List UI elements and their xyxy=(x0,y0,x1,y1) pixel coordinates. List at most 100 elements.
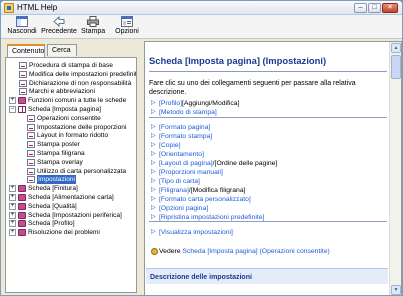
link-bullet-icon: ▷ xyxy=(151,142,156,148)
back-arrow-icon xyxy=(53,16,65,27)
tree-expander-icon[interactable]: + xyxy=(9,185,16,193)
tree-expander-icon[interactable]: + xyxy=(9,211,16,219)
settings-link-item: ▷ [Profilo][Aggiungi/Modifica] xyxy=(151,99,240,108)
setting-link-extra: /[Modifica filigrana] xyxy=(188,187,246,194)
hide-button[interactable]: Nascondi xyxy=(7,16,37,38)
link-bullet-icon: ▷ xyxy=(151,196,156,202)
print-label: Stampa xyxy=(81,28,106,35)
topic-page-icon xyxy=(19,70,27,78)
tree-expander-icon[interactable]: + xyxy=(9,202,16,210)
scroll-up-button[interactable]: ▲ xyxy=(391,43,401,53)
book-icon xyxy=(18,185,26,193)
link-bullet-icon: ▷ xyxy=(151,169,156,175)
page-title: Scheda [Imposta pagina] (Impostazioni) xyxy=(149,55,327,66)
setting-link[interactable]: [Copie] xyxy=(159,142,181,149)
close-button[interactable]: ✕ xyxy=(382,3,398,13)
link-bullet-icon: ▷ xyxy=(151,151,156,157)
link-bullet-icon: ▷ xyxy=(151,133,156,139)
tree-expander-icon[interactable]: + xyxy=(9,97,16,105)
options-icon xyxy=(121,16,133,27)
options-label: Opzioni xyxy=(115,28,139,35)
settings-link-item: ▷ [Visualizza impostazioni] xyxy=(151,228,233,237)
settings-link-item: ▷ [Formato pagina] xyxy=(151,123,210,132)
setting-link[interactable]: [Formato pagina] xyxy=(159,124,210,131)
back-button[interactable]: Precedente xyxy=(41,16,77,38)
topic-page-icon xyxy=(19,79,27,87)
link-bullet-icon: ▷ xyxy=(151,229,156,235)
intro-text: Fare clic su uno dei collegamenti seguen… xyxy=(149,80,356,96)
tree-expander-icon[interactable]: − xyxy=(9,106,16,113)
setting-link[interactable]: [Filigrana] xyxy=(159,187,189,194)
see-also: Vedere Scheda [Imposta pagina] (Operazio… xyxy=(151,248,330,255)
content-pane: Scheda [Imposta pagina] (Impostazioni) F… xyxy=(144,41,402,295)
see-also-icon xyxy=(151,248,158,255)
toolbar: Nascondi Precedente Stampa Opzioni xyxy=(1,15,402,39)
setting-link[interactable]: [Profilo] xyxy=(159,100,182,107)
topic-page-icon xyxy=(27,176,35,184)
setting-link[interactable]: [Layout di pagina] xyxy=(159,160,213,167)
link-bullet-icon: ▷ xyxy=(151,160,156,166)
topic-page-icon xyxy=(27,141,35,149)
setting-link-extra: /[Ordine delle pagine] xyxy=(212,160,278,167)
topic-page-icon xyxy=(19,62,27,69)
print-button[interactable]: Stampa xyxy=(81,16,105,38)
setting-link[interactable]: [Orientamento] xyxy=(159,151,204,158)
back-label: Precedente xyxy=(41,28,77,35)
topic-page-icon xyxy=(27,167,35,175)
tree-node-label: Scheda [Impostazioni periferica] xyxy=(28,211,122,219)
tab-contents[interactable]: Contenuto xyxy=(7,44,45,57)
settings-link-item: ▷ [Proporzioni manuali] xyxy=(151,168,223,177)
setting-link[interactable]: [Opzioni pagina] xyxy=(159,205,208,212)
see-also-link[interactable]: Scheda [Imposta pagina] (Operazioni cons… xyxy=(182,248,329,255)
topic-page-icon xyxy=(27,150,35,157)
list-divider xyxy=(149,221,387,222)
tree-node-label: Utilizzo di carta personalizzata xyxy=(37,167,127,175)
tree-node-label: Funzioni comuni a tutte le schede xyxy=(28,97,127,105)
tree-node-label: Dichiarazione di non responsabilità xyxy=(29,79,132,87)
setting-link[interactable]: [Metodo di stampa] xyxy=(159,109,217,116)
tree-expander-icon[interactable]: + xyxy=(9,229,16,237)
settings-link-item: ▷ [Tipo di carta] xyxy=(151,177,200,186)
setting-link[interactable]: [Formato carta personalizzato] xyxy=(159,196,251,203)
settings-link-item: ▷ [Copie] xyxy=(151,141,181,150)
tree-node-label: Operazioni consentite xyxy=(37,114,101,122)
tree-node-label: Stampa filigrana xyxy=(37,150,85,157)
setting-link[interactable]: [Formato stampa] xyxy=(159,133,212,140)
book-icon xyxy=(18,194,26,201)
book-icon xyxy=(18,97,26,105)
setting-link[interactable]: [Ripristina impostazioni predefinite] xyxy=(159,214,264,221)
content-scrollbar[interactable]: ▲ ▼ xyxy=(389,42,401,295)
hide-label: Nascondi xyxy=(7,28,37,35)
tree-node-label: Scheda [Qualità] xyxy=(28,202,77,210)
setting-link[interactable]: [Proporzioni manuali] xyxy=(159,169,223,176)
printer-icon xyxy=(87,16,99,27)
options-button[interactable]: Opzioni xyxy=(115,16,139,38)
settings-link-item: ▷ [Orientamento] xyxy=(151,150,204,159)
title-bar[interactable]: HTML Help – □ ✕ xyxy=(1,1,402,15)
tree-node-label: Impostazioni xyxy=(37,175,77,185)
book-icon xyxy=(18,229,26,237)
setting-link-extra: [Aggiungi/Modifica] xyxy=(182,100,240,107)
link-bullet-icon: ▷ xyxy=(151,205,156,211)
scroll-thumb[interactable] xyxy=(391,55,401,79)
contents-tree[interactable]: Procedura di stampa di base Modifica dell… xyxy=(5,57,137,293)
open-book-icon xyxy=(18,106,26,113)
tree-expander-icon[interactable]: + xyxy=(9,220,16,228)
setting-link[interactable]: [Visualizza impostazioni] xyxy=(159,229,233,236)
section-title: Descrizione delle impostazioni xyxy=(150,274,252,281)
link-bullet-icon: ▷ xyxy=(151,124,156,130)
maximize-button[interactable]: □ xyxy=(368,3,381,13)
scroll-down-button[interactable]: ▼ xyxy=(391,285,401,295)
settings-link-item: ▷ [Metodo di stampa] xyxy=(151,108,217,117)
topic-page-icon xyxy=(27,132,35,140)
section-header: Descrizione delle impostazioni xyxy=(146,268,388,284)
book-icon xyxy=(18,211,26,219)
title-divider xyxy=(149,71,387,72)
minimize-button[interactable]: – xyxy=(354,3,367,13)
setting-link[interactable]: [Tipo di carta] xyxy=(159,178,200,185)
tree-expander-icon[interactable]: + xyxy=(9,194,16,201)
book-icon xyxy=(18,202,26,210)
tab-search[interactable]: Cerca xyxy=(47,44,77,56)
tree-node-label: Layout in formato ridotto xyxy=(37,132,109,140)
settings-link-item: ▷ [Layout di pagina]/[Ordine delle pagine… xyxy=(151,159,278,168)
